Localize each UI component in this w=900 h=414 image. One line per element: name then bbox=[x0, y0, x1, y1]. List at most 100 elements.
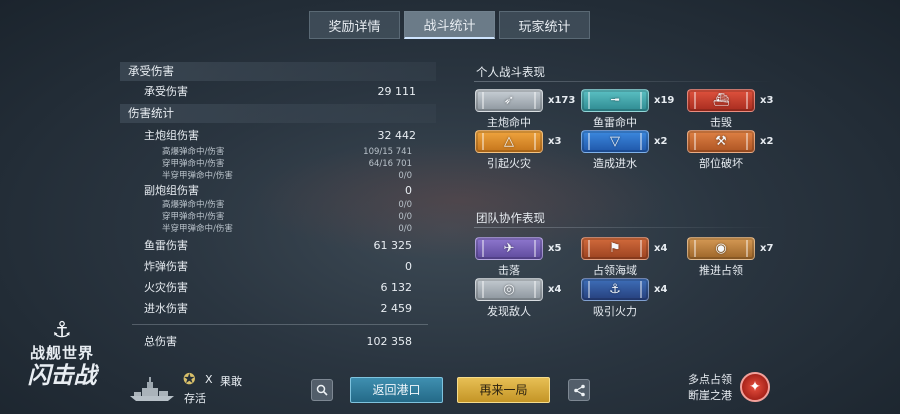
medal-label: 造成进水 bbox=[593, 157, 637, 170]
game-mode: 多点占领 断崖之港 bbox=[688, 372, 732, 404]
medal-planes-shot[interactable]: ✈ 击落 x5 bbox=[475, 237, 585, 277]
medal-torpedo-hits[interactable]: ╼ 鱼雷命中 x19 bbox=[581, 89, 691, 129]
stat-label: 进水伤害 bbox=[144, 302, 188, 315]
tab-bar: 奖励详情 战斗统计 玩家统计 bbox=[309, 11, 590, 39]
stat-label: 承受伤害 bbox=[144, 85, 188, 98]
sub-stat-value: 109/15 741 bbox=[363, 147, 412, 157]
stat-label: 火灾伤害 bbox=[144, 281, 188, 294]
stat-value: 6 132 bbox=[380, 281, 413, 294]
total-value: 102 358 bbox=[366, 335, 413, 348]
sub-stat-value: 0/0 bbox=[398, 212, 412, 222]
medal-count: x19 bbox=[654, 95, 675, 106]
survival-status: 存活 bbox=[184, 392, 206, 405]
medal-count: x4 bbox=[654, 243, 668, 254]
stat-label: 鱼雷伤害 bbox=[144, 239, 188, 252]
sub-stat-value: 0/0 bbox=[398, 200, 412, 210]
sub-stat-label: 高爆弹命中/伤害 bbox=[162, 200, 225, 210]
player-status: 果敢 bbox=[220, 375, 242, 388]
tab-rewards[interactable]: 奖励详情 bbox=[309, 11, 400, 39]
mode-name: 多点占领 bbox=[688, 373, 732, 386]
stat-value: 0 bbox=[405, 260, 412, 273]
medal-capture[interactable]: ⚑ 占领海域 x4 bbox=[581, 237, 691, 277]
sub-stat-row: 高爆弹命中/伤害 0/0 bbox=[120, 199, 436, 211]
logo-line-2: 闪击战 bbox=[27, 363, 97, 389]
medal-label: 击毁 bbox=[710, 116, 732, 129]
medal-count: x3 bbox=[548, 136, 562, 147]
radar-icon: ◎ bbox=[475, 278, 543, 301]
medal-label: 鱼雷命中 bbox=[593, 116, 637, 129]
medal-module-break[interactable]: ⚒ 部位破坏 x2 bbox=[687, 130, 797, 170]
sinking-ship-icon: ⛴ bbox=[687, 89, 755, 112]
plane-shot-icon: ✈ bbox=[475, 237, 543, 260]
medal-count: x7 bbox=[760, 243, 774, 254]
sub-stat-label: 半穿甲弹命中/伤害 bbox=[162, 224, 233, 234]
shell-icon: ➶ bbox=[475, 89, 543, 112]
damage-stats-header: 伤害统计 bbox=[120, 104, 436, 123]
damage-taken-header: 承受伤害 bbox=[120, 62, 436, 81]
personal-title: 个人战斗表现 bbox=[474, 65, 774, 82]
stat-value: 29 111 bbox=[377, 85, 417, 98]
stat-row: 炸弹伤害 0 bbox=[120, 256, 436, 277]
medal-count: x5 bbox=[548, 243, 562, 254]
medal-spotted[interactable]: ◎ 发现敌人 x4 bbox=[475, 278, 585, 318]
medal-destroyed[interactable]: ⛴ 击毁 x3 bbox=[687, 89, 797, 129]
flag-icon: ⚑ bbox=[581, 237, 649, 260]
stat-value: 61 325 bbox=[373, 239, 413, 252]
medal-label: 吸引火力 bbox=[593, 305, 637, 318]
status-multiplier: X bbox=[205, 373, 213, 386]
flooding-icon: ▽ bbox=[581, 130, 649, 153]
sub-stat-value: 0/0 bbox=[398, 171, 412, 181]
medal-label: 引起火灾 bbox=[487, 157, 531, 170]
medal-count: x2 bbox=[654, 136, 668, 147]
sub-stat-row: 穿甲弹命中/伤害 64/16 701 bbox=[120, 158, 436, 170]
sub-stat-row: 半穿甲弹命中/伤害 0/0 bbox=[120, 170, 436, 182]
damage-panel: 承受伤害 承受伤害 29 111 伤害统计 主炮组伤害 32 442 高爆弹命中… bbox=[120, 62, 436, 352]
stat-label: 副炮组伤害 bbox=[144, 184, 199, 197]
play-again-button[interactable]: 再来一局 bbox=[457, 377, 550, 403]
stat-label: 炸弹伤害 bbox=[144, 260, 188, 273]
medal-capture-assist[interactable]: ◉ 推进占领 x7 bbox=[687, 237, 797, 277]
medal-main-battery-hits[interactable]: ➶ 主炮命中 x173 bbox=[475, 89, 585, 129]
module-break-icon: ⚒ bbox=[687, 130, 755, 153]
sub-stat-value: 64/16 701 bbox=[368, 159, 412, 169]
medal-flooding[interactable]: ▽ 造成进水 x2 bbox=[581, 130, 691, 170]
total-label: 总伤害 bbox=[144, 335, 177, 348]
stat-value: 0 bbox=[405, 184, 412, 197]
sub-stat-label: 半穿甲弹命中/伤害 bbox=[162, 171, 233, 181]
sub-stat-value: 0/0 bbox=[398, 224, 412, 234]
medal-label: 部位破坏 bbox=[699, 157, 743, 170]
map-name: 断崖之港 bbox=[688, 389, 732, 402]
multi-capture-mode-icon: ✦ bbox=[740, 372, 770, 402]
anchor-icon: ⚓ bbox=[52, 318, 72, 343]
torpedo-icon: ╼ bbox=[581, 89, 649, 112]
medal-tanking[interactable]: ⚓ 吸引火力 x4 bbox=[581, 278, 691, 318]
laurel-icon: ✪ bbox=[183, 370, 196, 388]
share-icon bbox=[573, 384, 585, 396]
tab-player-stats[interactable]: 玩家统计 bbox=[499, 11, 590, 39]
medal-label: 占领海域 bbox=[593, 264, 637, 277]
stat-value: 2 459 bbox=[380, 302, 413, 315]
stat-row: 鱼雷伤害 61 325 bbox=[120, 235, 436, 256]
share-button[interactable] bbox=[568, 379, 590, 401]
medal-label: 发现敌人 bbox=[487, 305, 531, 318]
medal-count: x4 bbox=[548, 284, 562, 295]
sub-stat-label: 穿甲弹命中/伤害 bbox=[162, 212, 225, 222]
fire-icon: △ bbox=[475, 130, 543, 153]
ship-icon bbox=[130, 377, 174, 401]
search-button[interactable] bbox=[311, 379, 333, 401]
medal-count: x4 bbox=[654, 284, 668, 295]
team-title: 团队协作表现 bbox=[474, 211, 774, 228]
return-port-button[interactable]: 返回港口 bbox=[350, 377, 443, 403]
logo-line-1: 战舰世界 bbox=[29, 344, 94, 362]
stat-value: 32 442 bbox=[377, 129, 417, 142]
medal-count: x173 bbox=[548, 95, 576, 106]
medal-fires[interactable]: △ 引起火灾 x3 bbox=[475, 130, 585, 170]
divider bbox=[132, 324, 428, 325]
tab-battle-stats[interactable]: 战斗统计 bbox=[404, 11, 495, 39]
medal-label: 击落 bbox=[498, 264, 520, 277]
medal-label: 主炮命中 bbox=[487, 116, 531, 129]
stat-row: 火灾伤害 6 132 bbox=[120, 277, 436, 298]
medal-count: x3 bbox=[760, 95, 774, 106]
stat-row: 副炮组伤害 0 bbox=[120, 182, 436, 199]
sub-stat-label: 高爆弹命中/伤害 bbox=[162, 147, 225, 157]
